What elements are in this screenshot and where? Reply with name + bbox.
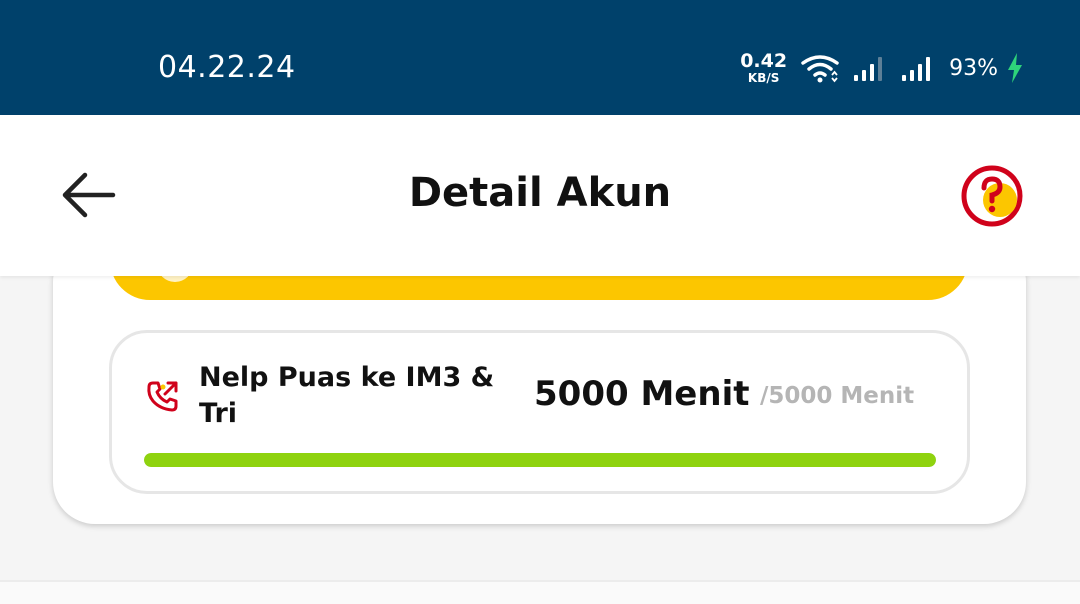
status-bar: 04.22.24 0.42 KB/S 93% (0, 0, 1080, 115)
bottom-sheet-edge (0, 580, 1080, 604)
network-speed-unit: KB/S (747, 71, 780, 85)
page-title: Detail Akun (408, 170, 672, 216)
quota-remaining: 5000 Menit (534, 374, 750, 414)
signal-icon (854, 57, 883, 81)
quota-progress-fill (144, 453, 936, 467)
signal-icon (902, 57, 931, 81)
status-time: 04.22.24 (158, 50, 296, 85)
charging-icon (1008, 53, 1022, 83)
battery-percent: 93% (949, 55, 998, 81)
wifi-icon (801, 55, 839, 83)
status-indicators: 0.42 KB/S 93% (740, 50, 1024, 86)
quota-total: /5000 Menit (760, 383, 915, 409)
network-speed: 0.42 KB/S (740, 50, 788, 85)
help-button[interactable] (958, 162, 1026, 230)
network-speed-value: 0.42 (740, 50, 788, 72)
phone-call-icon (145, 378, 181, 414)
help-icon (961, 165, 1023, 227)
quota-progress-bar (144, 453, 936, 467)
quota-name: Nelp Puas ke IM3 & Tri (199, 362, 495, 429)
